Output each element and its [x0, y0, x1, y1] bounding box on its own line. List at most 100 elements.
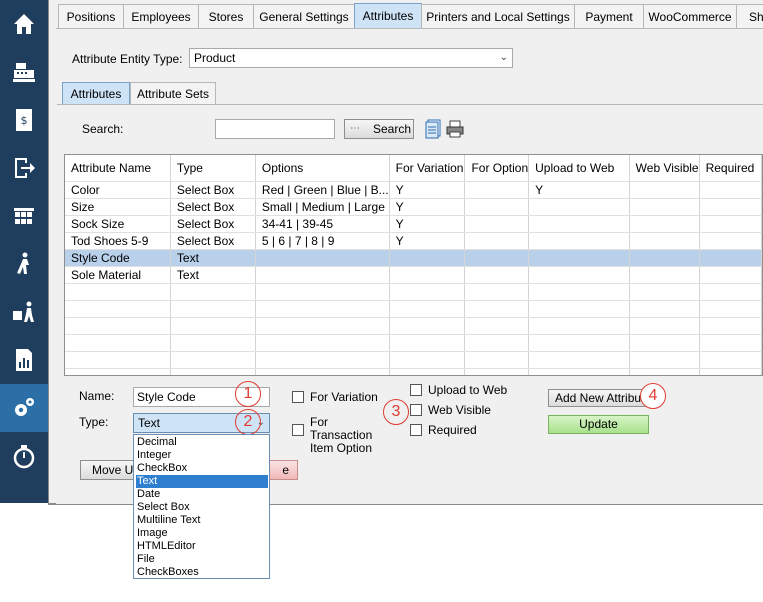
cell-for-variation: Y — [389, 215, 466, 233]
spinner-icon: ⋯ — [350, 123, 360, 134]
table-row[interactable]: Size Select Box Small | Medium | Large Y — [65, 198, 762, 216]
empty-row — [65, 368, 762, 375]
cell-options — [255, 249, 390, 267]
document-icon[interactable] — [425, 119, 443, 139]
callout-2: 2 — [235, 409, 261, 435]
tab-overflow[interactable]: Sh — [736, 4, 763, 28]
delete-button[interactable]: e — [266, 460, 298, 480]
attributes-table: Attribute Name Type Options For Variatio… — [65, 155, 762, 375]
col-header-required[interactable]: Required — [699, 155, 762, 182]
stopwatch-icon[interactable] — [0, 432, 48, 480]
tab-payment[interactable]: Payment — [574, 4, 644, 29]
cell-for-option — [464, 198, 530, 216]
table-row[interactable]: Sock Size Select Box 34-41 | 39-45 Y — [65, 215, 762, 233]
tab-employees[interactable]: Employees — [123, 4, 199, 29]
col-header-for-option[interactable]: For Option — [464, 155, 530, 182]
table-row[interactable]: Sole Material Text — [65, 266, 762, 284]
table-row[interactable]: Color Select Box Red | Green | Blue | B.… — [65, 181, 762, 199]
for-transaction-checkbox[interactable] — [292, 424, 304, 436]
cell-required — [699, 198, 762, 216]
cell-options: Red | Green | Blue | B... — [255, 181, 390, 199]
tab-general-settings[interactable]: General Settings — [253, 4, 355, 29]
cell-required — [699, 181, 762, 199]
col-header-upload-to-web[interactable]: Upload to Web — [528, 155, 630, 182]
cell-attribute-name: Sock Size — [65, 215, 171, 233]
type-dropdown-list[interactable]: Decimal Integer CheckBox Text Date Selec… — [133, 434, 270, 579]
empty-row — [65, 334, 762, 352]
cell-required — [699, 232, 762, 250]
cell-for-variation: Y — [389, 232, 466, 250]
required-checkbox[interactable] — [410, 424, 422, 436]
tab-attributes[interactable]: Attributes — [354, 3, 422, 30]
cell-attribute-name: Style Code — [65, 249, 171, 267]
walking-person-icon[interactable] — [0, 240, 48, 288]
cell-attribute-name: Color — [65, 181, 171, 199]
col-header-for-variation[interactable]: For Variation — [389, 155, 466, 182]
type-option[interactable]: File — [136, 553, 268, 566]
cell-for-option — [464, 181, 530, 199]
type-option[interactable]: Image — [136, 527, 268, 540]
for-variation-checkbox[interactable] — [292, 391, 304, 403]
report-icon[interactable] — [0, 336, 48, 384]
web-visible-label: Web Visible — [428, 403, 491, 417]
cell-web-visible — [629, 232, 700, 250]
cell-required — [699, 249, 762, 267]
printer-icon[interactable] — [445, 119, 465, 139]
tab-stores[interactable]: Stores — [198, 4, 254, 29]
cell-for-variation — [389, 249, 466, 267]
cell-type: Text — [170, 266, 256, 284]
type-option-selected[interactable]: Text — [136, 475, 268, 488]
cash-register-icon[interactable] — [0, 48, 48, 96]
type-option[interactable]: Decimal — [136, 436, 268, 449]
tab-woocommerce[interactable]: WooCommerce — [643, 4, 737, 29]
type-option[interactable]: Integer — [136, 449, 268, 462]
callout-4: 4 — [640, 383, 666, 409]
home-icon[interactable] — [0, 0, 48, 48]
subtab-attribute-sets[interactable]: Attribute Sets — [130, 82, 216, 105]
cell-options — [255, 266, 390, 284]
type-option[interactable]: CheckBoxes — [136, 566, 268, 579]
warehouse-icon[interactable] — [0, 192, 48, 240]
upload-to-web-label: Upload to Web — [428, 383, 508, 397]
col-header-type[interactable]: Type — [170, 155, 256, 182]
type-option[interactable]: CheckBox — [136, 462, 268, 475]
cell-type: Select Box — [170, 198, 256, 216]
col-header-attribute-name[interactable]: Attribute Name — [65, 155, 171, 182]
col-header-options[interactable]: Options — [255, 155, 390, 182]
subtab-attributes[interactable]: Attributes — [62, 82, 130, 105]
entity-type-value: Product — [194, 51, 236, 65]
tab-printers-local-settings[interactable]: Printers and Local Settings — [421, 4, 575, 29]
cell-for-variation — [389, 266, 466, 284]
cell-type: Text — [170, 249, 256, 267]
attributes-grid[interactable]: Attribute Name Type Options For Variatio… — [64, 154, 763, 376]
name-label: Name: — [79, 389, 115, 403]
table-row-selected[interactable]: Style Code Text — [65, 249, 762, 267]
search-input[interactable] — [215, 119, 335, 139]
search-button[interactable]: ⋯ Search — [344, 119, 414, 139]
delivery-icon[interactable] — [0, 288, 48, 336]
required-label: Required — [428, 423, 477, 437]
cell-upload-to-web — [528, 266, 630, 284]
table-row[interactable]: Tod Shoes 5-9 Select Box 5 | 6 | 7 | 8 |… — [65, 232, 762, 250]
type-label: Type: — [79, 415, 109, 429]
upload-to-web-checkbox[interactable] — [410, 384, 422, 396]
logout-icon[interactable] — [0, 144, 48, 192]
settings-gears-icon[interactable] — [0, 384, 48, 432]
type-option[interactable]: Multiline Text — [136, 514, 268, 527]
empty-row — [65, 351, 762, 369]
tab-positions[interactable]: Positions — [58, 4, 124, 29]
cell-for-option — [464, 215, 530, 233]
for-variation-label: For Variation — [310, 390, 378, 404]
invoice-icon[interactable]: $ — [0, 96, 48, 144]
type-select-value: Text — [138, 416, 161, 430]
col-header-web-visible[interactable]: Web Visible — [629, 155, 700, 182]
move-up-button[interactable]: Move Up — [80, 460, 138, 480]
cell-for-option — [464, 266, 530, 284]
type-option[interactable]: HTMLEditor — [136, 540, 268, 553]
add-new-attribute-button[interactable]: Add New Attribute — [548, 389, 649, 407]
type-option[interactable]: Select Box — [136, 501, 268, 514]
update-button[interactable]: Update — [548, 415, 649, 434]
type-option[interactable]: Date — [136, 488, 268, 501]
entity-type-select[interactable]: Product ⌄ — [189, 48, 513, 68]
web-visible-checkbox[interactable] — [410, 404, 422, 416]
